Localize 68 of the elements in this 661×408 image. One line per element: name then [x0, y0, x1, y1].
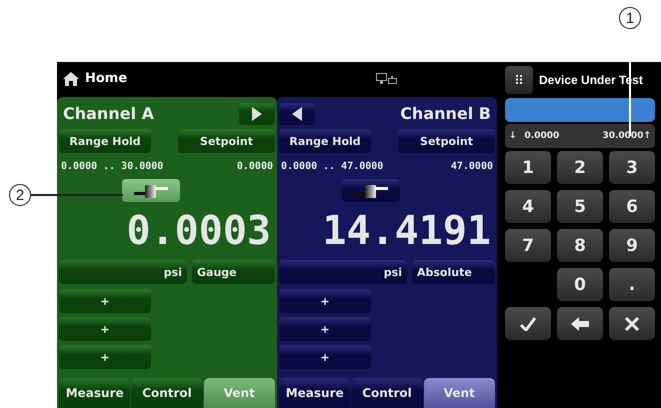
add-button[interactable]: +	[279, 345, 371, 369]
range-hold-button[interactable]: Range Hold	[279, 129, 371, 153]
monitor-icon	[376, 72, 398, 84]
left-arrow-icon	[571, 316, 589, 330]
channel-title: Channel B	[399, 104, 492, 123]
valve-button[interactable]	[122, 179, 180, 202]
range-min: 0.0000	[524, 131, 560, 141]
mode-button[interactable]: Gauge	[192, 260, 275, 284]
valve-icon	[134, 184, 168, 198]
digit-key[interactable]: 3	[609, 151, 655, 184]
mode-tab[interactable]: Vent	[424, 378, 495, 408]
header-title: Home	[85, 71, 128, 86]
grid-icon	[516, 75, 522, 84]
mode-tab[interactable]: Measure	[59, 378, 130, 408]
range-hold-button[interactable]: Range Hold	[59, 129, 151, 153]
unit-button[interactable]: psi	[279, 260, 407, 284]
channel-title: Channel A	[62, 104, 155, 123]
backspace-key[interactable]	[557, 307, 603, 340]
callout-marker: 2	[9, 184, 31, 206]
home-icon[interactable]	[63, 72, 79, 86]
range-low: 0.0000	[281, 160, 318, 172]
valve-button[interactable]	[342, 179, 400, 202]
mode-tab[interactable]: Control	[351, 378, 423, 408]
range-max: 30.0000	[602, 131, 644, 141]
unit-button[interactable]: psi	[59, 260, 187, 284]
setpoint-button[interactable]: Setpoint	[178, 129, 275, 153]
nav-button[interactable]	[279, 102, 315, 124]
pressure-reading: 0.0003	[126, 207, 272, 256]
valve-icon	[354, 184, 388, 198]
close-icon	[625, 316, 639, 330]
pressure-reading: 14.4191	[321, 207, 492, 256]
digit-key[interactable]: 8	[557, 229, 603, 262]
clear-key[interactable]	[609, 307, 655, 340]
range-high: 47.0000	[341, 160, 384, 172]
digit-key[interactable]: 9	[609, 229, 655, 262]
nav-button[interactable]	[239, 102, 275, 124]
digit-key[interactable]: .	[609, 268, 655, 301]
digit-key[interactable]: 4	[505, 190, 551, 223]
menu-button[interactable]	[505, 66, 533, 94]
digit-key[interactable]: 2	[557, 151, 603, 184]
range-low: 0.0000	[61, 160, 98, 172]
range-separator: ..	[103, 160, 116, 172]
up-arrow: ↑	[643, 131, 651, 141]
add-button[interactable]: +	[59, 317, 151, 341]
mode-button[interactable]: Absolute	[412, 260, 495, 284]
setpoint-value: 47.0000	[450, 160, 493, 172]
range-separator: ..	[323, 160, 336, 172]
down-arrow: ↓	[509, 131, 517, 141]
setpoint-value: 0.0000	[236, 160, 273, 172]
triangle-icon	[252, 106, 262, 120]
digit-key[interactable]: 6	[609, 190, 655, 223]
mode-tab[interactable]: Measure	[279, 378, 350, 408]
triangle-icon	[292, 106, 302, 120]
checkmark-icon	[520, 316, 536, 330]
add-button[interactable]: +	[59, 345, 151, 369]
digit-key[interactable]: 1	[505, 151, 551, 184]
digit-key[interactable]: 0	[557, 268, 603, 301]
add-button[interactable]: +	[59, 289, 151, 313]
callout-marker: 1	[619, 7, 641, 29]
digit-key[interactable]: 7	[505, 229, 551, 262]
digit-key[interactable]: 5	[557, 190, 603, 223]
add-button[interactable]: +	[279, 289, 371, 313]
range-high: 30.0000	[121, 160, 164, 172]
setpoint-button[interactable]: Setpoint	[398, 129, 495, 153]
entry-field[interactable]	[505, 98, 655, 122]
enter-key[interactable]	[505, 307, 551, 340]
mode-tab[interactable]: Control	[131, 378, 203, 408]
add-button[interactable]: +	[279, 317, 371, 341]
